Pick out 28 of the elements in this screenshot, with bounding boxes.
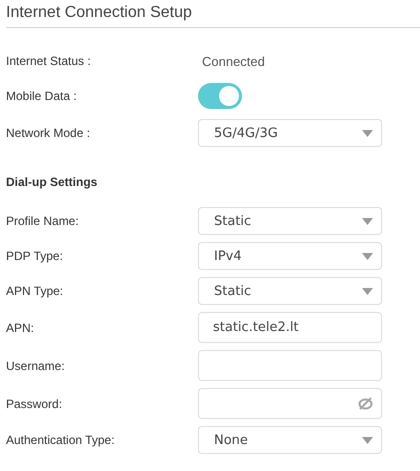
caret-icon: [362, 130, 373, 136]
page-title: Internet Connection Setup: [6, 3, 193, 23]
dropdown[interactable]: Static: [198, 277, 382, 305]
field-label: Authentication Type:: [6, 433, 116, 447]
password-field[interactable]: [198, 388, 382, 419]
toggle-switch[interactable]: [198, 83, 242, 109]
input-field[interactable]: [198, 350, 382, 381]
field-label: APN:: [6, 320, 36, 334]
field-label: Internet Status :: [6, 54, 92, 68]
dropdown[interactable]: Static: [198, 207, 382, 235]
field-label: Profile Name:: [6, 214, 80, 228]
input-field[interactable]: static.tele2.lt: [198, 312, 382, 343]
field-label: Network Mode :: [6, 126, 92, 140]
field-label: Password:: [6, 396, 64, 410]
field-label: Username:: [6, 358, 66, 372]
caret-icon: [362, 218, 373, 224]
field-label: PDP Type:: [6, 249, 64, 263]
field-label: APN Type:: [6, 284, 64, 298]
dropdown[interactable]: IPv4: [198, 242, 382, 270]
dropdown[interactable]: 5G/4G/3G: [198, 119, 382, 147]
caret-icon: [362, 288, 373, 294]
eye-slash-icon[interactable]: [358, 397, 373, 410]
status-value: Connected: [202, 54, 265, 68]
caret-icon: [362, 252, 373, 260]
section-title: Dial-up Settings: [6, 175, 98, 191]
field-label: Mobile Data :: [6, 89, 78, 103]
dropdown[interactable]: None: [198, 426, 382, 454]
caret-icon: [362, 436, 373, 444]
